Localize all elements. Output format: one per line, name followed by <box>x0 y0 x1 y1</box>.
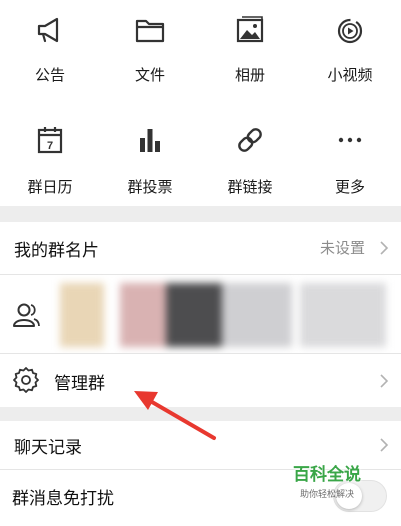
chevron-right-icon <box>380 374 389 388</box>
more-dots-icon <box>338 137 362 143</box>
annotation-arrow <box>134 391 216 440</box>
mute-notifications-label: 群消息免打扰 <box>12 489 114 509</box>
megaphone-icon <box>37 17 59 43</box>
feature-label: 小视频 <box>327 66 373 84</box>
feature-label: 群日历 <box>27 178 73 196</box>
feature-label: 群投票 <box>127 178 173 196</box>
feature-label: 相册 <box>234 66 265 84</box>
member-avatars-blurred <box>60 283 390 347</box>
link-icon <box>238 128 262 152</box>
feature-more[interactable]: 更多 <box>300 100 400 206</box>
group-members-row[interactable] <box>0 275 401 353</box>
feature-files[interactable]: 文件 <box>100 0 200 100</box>
feature-label: 公告 <box>34 66 65 84</box>
calendar-icon: 7 <box>37 127 63 154</box>
feature-group-link[interactable]: 群链接 <box>200 100 300 206</box>
calendar-day-text: 7 <box>47 140 53 152</box>
watermark-subtitle: 助你轻松解决 <box>299 490 354 500</box>
feature-short-video[interactable]: 小视频 <box>300 0 400 100</box>
watermark-title: 百科全说 <box>293 465 361 485</box>
members-icon <box>13 303 40 327</box>
feature-label: 更多 <box>334 178 365 196</box>
feature-label: 群链接 <box>227 178 273 196</box>
feature-label: 文件 <box>134 66 165 84</box>
feature-album[interactable]: 相册 <box>200 0 300 100</box>
chevron-right-icon <box>380 438 389 452</box>
group-nickname-label: 我的群名片 <box>14 241 99 261</box>
feature-announcement[interactable]: 公告 <box>0 0 100 100</box>
manage-group-label: 管理群 <box>54 374 105 394</box>
group-nickname-row[interactable]: 我的群名片 未设置 <box>0 222 401 274</box>
group-nickname-value: 未设置 <box>320 239 366 257</box>
video-play-icon <box>337 18 363 44</box>
folder-icon <box>135 19 165 43</box>
feature-group-calendar[interactable]: 7 群日历 <box>0 100 100 206</box>
watermark: 百科全说 助你轻松解决 <box>285 460 369 500</box>
chevron-right-icon <box>380 241 389 255</box>
chat-history-label: 聊天记录 <box>14 438 82 458</box>
gear-icon <box>13 367 39 393</box>
photo-album-icon <box>236 16 264 43</box>
group-feature-grid: 公告 文件 相册 小视频 7 群日历 群投票 群链接 更多 <box>0 0 401 206</box>
bar-chart-icon <box>140 129 160 152</box>
feature-group-vote[interactable]: 群投票 <box>100 100 200 206</box>
